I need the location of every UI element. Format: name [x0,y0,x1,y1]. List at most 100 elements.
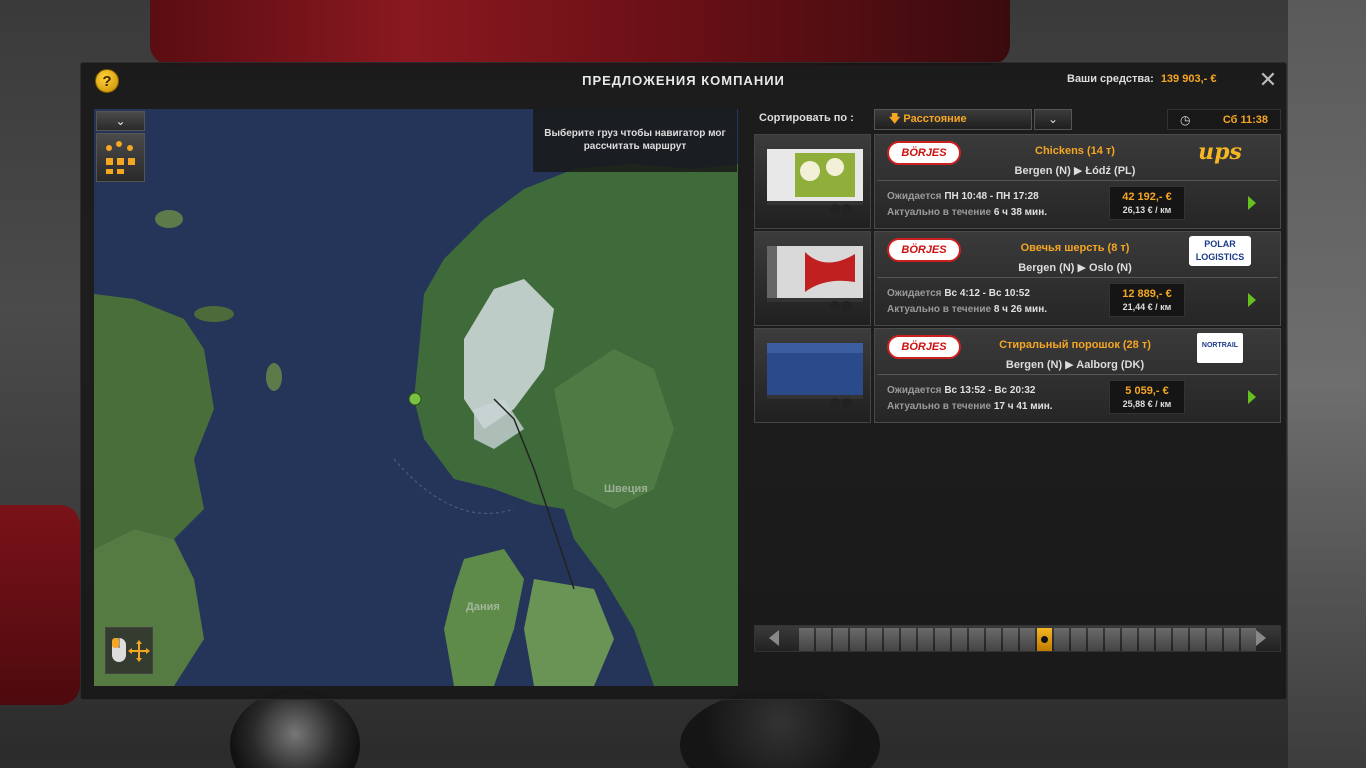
job-price-box: 12 889,- € 21,44 € / км [1109,283,1185,317]
job-expected: Ожидается Вс 4:12 - Вс 10:52 [887,288,1030,299]
page-slot[interactable] [816,628,831,651]
origin-company-logo: BÖRJES [887,141,961,165]
job-divider [877,180,1278,181]
map-mouse-control[interactable] [105,627,153,674]
sort-selected-value: Расстояние [903,113,967,125]
origin-company-logo: BÖRJES [887,335,961,359]
page-slot[interactable] [1071,628,1086,651]
origin-company-logo: BÖRJES [887,238,961,262]
background-truck-side [0,505,80,705]
page-slot[interactable] [952,628,967,651]
funds-display: Ваши средства: 139 903,- € [1067,73,1216,85]
job-valid: Актуально в течение 8 ч 26 мин. [887,304,1048,315]
job-offer[interactable]: BÖRJES Овечья шерсть (8 т) Bergen (N) ▶ … [754,231,1281,326]
trailer-thumbnail [754,328,871,423]
page-slot[interactable] [867,628,882,651]
job-price-box: 42 192,- € 26,13 € / км [1109,186,1185,220]
trailer-thumbnail [754,134,871,229]
route-map[interactable]: Швеция Дания ⌄ Выберите груз чтобы навиг… [94,109,738,686]
job-route: Bergen (N) ▶ Aalborg (DK) [1005,359,1145,371]
pagination-slots [799,628,1256,651]
page-slot[interactable] [1003,628,1018,651]
page-slot-active[interactable] [1037,628,1052,651]
job-cargo: Овечья шерсть (8 т) [1020,242,1130,254]
job-offer[interactable]: BÖRJES Стиральный порошок (28 т) Bergen … [754,328,1281,423]
trailer-icon [767,246,863,311]
job-valid: Актуально в течение 6 ч 38 мин. [887,207,1048,218]
mouse-move-icon [112,638,150,662]
page-slot[interactable] [969,628,984,651]
job-price-per-km: 21,44 € / км [1122,302,1172,312]
help-button[interactable]: ? [95,69,119,93]
job-cargo: Стиральный порошок (28 т) [999,339,1151,351]
funds-value: 139 903,- € [1160,73,1217,85]
job-card[interactable]: BÖRJES Chickens (14 т) Bergen (N) ▶ Łódź… [874,134,1281,229]
page-slot[interactable] [1088,628,1103,651]
play-arrow-icon[interactable] [1248,293,1256,307]
destination-company-logo: NORTRAIL [1197,333,1243,363]
close-button[interactable]: ✕ [1257,69,1279,91]
page-slot[interactable] [935,628,950,651]
trailer-icon [767,343,863,408]
funds-label: Ваши средства: [1067,73,1154,85]
job-divider [877,374,1278,375]
page-slot[interactable] [1020,628,1035,651]
background-wheel [230,690,360,768]
page-slot[interactable] [1139,628,1154,651]
job-divider [877,277,1278,278]
job-route: Bergen (N) ▶ Oslo (N) [1018,262,1132,274]
page-slot[interactable] [833,628,848,651]
page-slot[interactable] [1105,628,1120,651]
destination-company-logo: POLAR LOGISTICS [1189,236,1251,266]
sort-select[interactable]: 🡇 Расстояние [874,109,1032,130]
clock-icon: ◷ [1180,113,1191,127]
job-expected: Ожидается Вс 13:52 - Вс 20:32 [887,385,1036,396]
job-card[interactable]: BÖRJES Стиральный порошок (28 т) Bergen … [874,328,1281,423]
map-hint-text: Выберите груз чтобы навигатор мог рассчи… [533,109,737,172]
next-page-arrow-icon[interactable] [1256,630,1266,646]
trailer-icon [767,149,863,214]
page-slot[interactable] [1122,628,1137,651]
job-offer[interactable]: BÖRJES Chickens (14 т) Bergen (N) ▶ Łódź… [754,134,1281,229]
game-clock: ◷ Сб 11:38 [1167,109,1281,130]
page-slot[interactable] [1173,628,1188,651]
page-slot[interactable] [884,628,899,651]
job-price: 42 192,- € [1122,191,1172,203]
job-cargo: Chickens (14 т) [1035,145,1115,157]
play-arrow-icon[interactable] [1248,196,1256,210]
background-truck-cab [150,0,1010,65]
page-slot[interactable] [1207,628,1222,651]
page-slot[interactable] [1241,628,1256,651]
map-label-sweden: Швеция [604,483,648,495]
page-slot[interactable] [1156,628,1171,651]
page-slot[interactable] [1054,628,1069,651]
job-card[interactable]: BÖRJES Овечья шерсть (8 т) Bergen (N) ▶ … [874,231,1281,326]
background-wheel-right [680,690,880,768]
destination-company-logo: ups [1198,139,1242,165]
page-slot[interactable] [799,628,814,651]
sort-dropdown-chevron-icon[interactable]: ⌄ [1034,109,1072,130]
map-filter-button[interactable] [96,133,145,182]
company-offers-window: ? ПРЕДЛОЖЕНИЯ КОМПАНИИ Ваши средства: 13… [80,62,1287,700]
trailer-thumbnail [754,231,871,326]
page-slot[interactable] [850,628,865,651]
map-filter-icon [106,141,135,174]
prev-page-arrow-icon[interactable] [769,630,779,646]
job-price-box: 5 059,- € 25,88 € / км [1109,380,1185,414]
job-expected: Ожидается ПН 10:48 - ПН 17:28 [887,191,1039,202]
job-price-per-km: 25,88 € / км [1122,399,1172,409]
page-slot[interactable] [1190,628,1205,651]
page-slot[interactable] [918,628,933,651]
background-wall [1288,0,1366,768]
play-arrow-icon[interactable] [1248,390,1256,404]
job-price: 5 059,- € [1125,385,1169,397]
page-slot[interactable] [1224,628,1239,651]
map-dropdown-button[interactable]: ⌄ [96,111,145,131]
job-price-per-km: 26,13 € / км [1122,205,1172,215]
job-price: 12 889,- € [1122,288,1172,300]
page-slot[interactable] [986,628,1001,651]
job-route: Bergen (N) ▶ Łódź (PL) [1014,165,1136,177]
page-slot[interactable] [901,628,916,651]
window-title: ПРЕДЛОЖЕНИЯ КОМПАНИИ [582,73,785,88]
pagination [754,625,1281,652]
